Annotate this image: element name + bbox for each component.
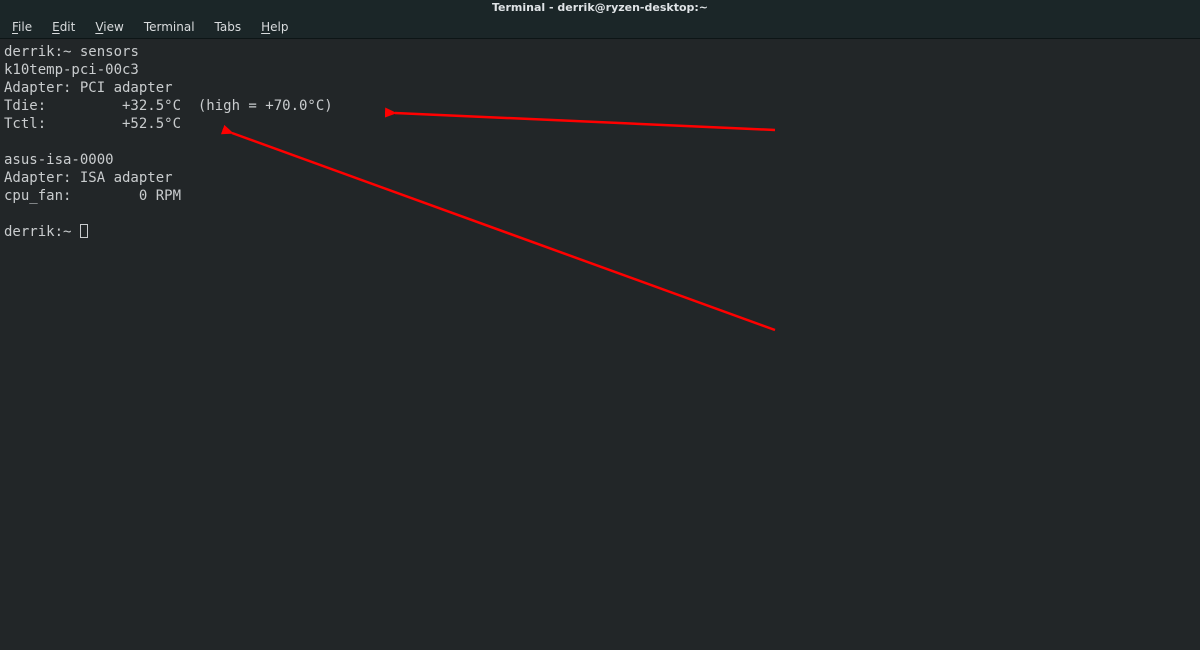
sensor2-name: asus-isa-0000 [4, 152, 114, 168]
terminal-output: derrik:~ sensors k10temp-pci-00c3 Adapte… [0, 39, 1200, 241]
menu-tabs[interactable]: Tabs [205, 18, 252, 36]
menu-edit-rest: dit [60, 20, 76, 34]
tctl-line: Tctl: +52.5°C [4, 116, 181, 132]
menu-view-rest: iew [103, 20, 124, 34]
sensor1-name: k10temp-pci-00c3 [4, 62, 139, 78]
prompt-line-1: derrik:~ sensors [4, 44, 139, 60]
window-title: Terminal - derrik@ryzen-desktop:~ [492, 1, 708, 14]
tdie-line: Tdie: +32.5°C (high = +70.0°C) [4, 98, 333, 114]
menu-file[interactable]: File [2, 18, 42, 36]
sensor2-adapter: Adapter: ISA adapter [4, 170, 173, 186]
menu-help[interactable]: Help [251, 18, 298, 36]
menu-tabs-label: Tabs [215, 20, 242, 34]
terminal-body[interactable]: derrik:~ sensors k10temp-pci-00c3 Adapte… [0, 39, 1200, 650]
menu-bar: File Edit View Terminal Tabs Help [0, 16, 1200, 39]
sensor1-adapter: Adapter: PCI adapter [4, 80, 173, 96]
window-titlebar[interactable]: Terminal - derrik@ryzen-desktop:~ [0, 0, 1200, 16]
terminal-window: Terminal - derrik@ryzen-desktop:~ File E… [0, 0, 1200, 650]
prompt-line-2: derrik:~ [4, 224, 80, 240]
menu-file-rest: ile [18, 20, 32, 34]
menu-view[interactable]: View [85, 18, 133, 36]
cursor-icon [80, 224, 88, 238]
menu-help-rest: elp [270, 20, 288, 34]
menu-terminal-label: Terminal [144, 20, 195, 34]
menu-terminal[interactable]: Terminal [134, 18, 205, 36]
cpu-fan-line: cpu_fan: 0 RPM [4, 188, 181, 204]
menu-edit[interactable]: Edit [42, 18, 85, 36]
